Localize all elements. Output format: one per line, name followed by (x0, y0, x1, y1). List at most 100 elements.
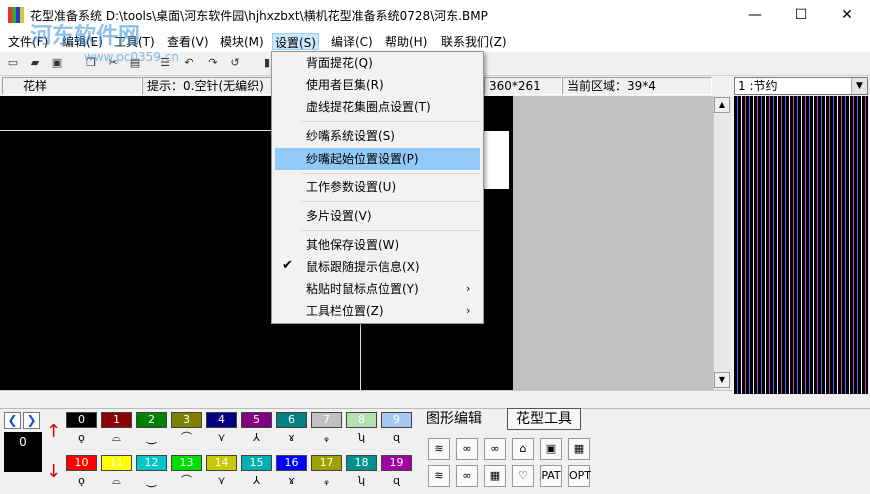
horizontal-scrollbar[interactable] (0, 390, 733, 408)
stitch-symbol-icon: ʮ (357, 474, 366, 487)
stitch-symbol-icon: ʮ (357, 431, 366, 444)
menu-separator (302, 230, 480, 231)
color-swatch-9[interactable]: 9 (381, 412, 412, 428)
pattern-tool-icon[interactable]: ▦ (484, 465, 506, 487)
menu-help[interactable]: 帮助(H) (383, 33, 429, 50)
color-swatch-19[interactable]: 19 (381, 455, 412, 471)
color-swatch-18[interactable]: 18 (346, 455, 377, 471)
prev-icon[interactable]: ❮ (4, 412, 21, 429)
stitch-symbol-icon: ᵩ (324, 431, 329, 444)
current-color-index: 0 (4, 432, 42, 472)
menu-item-user-macro[interactable]: 使用者巨集(R) (272, 74, 483, 96)
color-swatch-10[interactable]: 10 (66, 455, 97, 471)
color-swatch-0[interactable]: 0 (66, 412, 97, 428)
menu-item-yarn-start[interactable]: 纱嘴起始位置设置(P) (275, 148, 480, 170)
open-icon[interactable]: ▰ (26, 54, 44, 72)
new-icon[interactable]: ▭ (4, 54, 22, 72)
color-swatch-11[interactable]: 11 (101, 455, 132, 471)
color-swatch-17[interactable]: 17 (311, 455, 342, 471)
stitch-symbol-icon: ᵩ (324, 474, 329, 487)
watermark: 河东软件网 (30, 24, 141, 49)
undo-icon[interactable]: ↶ (180, 54, 198, 72)
color-swatch-12[interactable]: 12 (136, 455, 167, 471)
color-swatch-13[interactable]: 13 (171, 455, 202, 471)
menu-view[interactable]: 查看(V) (165, 33, 211, 50)
menu-item-back-jacquard[interactable]: 背面提花(Q) (272, 52, 483, 74)
pattern-tool-icon[interactable]: ♡ (512, 465, 534, 487)
stitch-symbol-icon: ⌒ (181, 431, 192, 444)
menu-separator (302, 201, 480, 202)
menu-compile[interactable]: 编译(C) (329, 33, 375, 50)
tab-pattern-tools[interactable]: 花型工具 (507, 408, 581, 430)
color-swatch-5[interactable]: 5 (241, 412, 272, 428)
pattern-tool-icon[interactable]: OPT (568, 465, 591, 487)
color-swatch-15[interactable]: 15 (241, 455, 272, 471)
status-region: 当前区域：39*4 (562, 77, 712, 95)
pattern-tool-icon[interactable]: ∞ (456, 438, 478, 460)
pattern-tool-icon[interactable]: ▦ (568, 438, 590, 460)
menu-separator (302, 121, 480, 122)
color-swatch-14[interactable]: 14 (206, 455, 237, 471)
pattern-tool-icon[interactable]: PAT (540, 465, 562, 487)
scroll-down-icon[interactable]: ▼ (714, 372, 730, 388)
color-swatch-2[interactable]: 2 (136, 412, 167, 428)
watermark-url: www.pc0359.cn (84, 50, 179, 64)
stitch-symbol-icon: ⏝ (146, 431, 157, 444)
stitch-symbol-icon: ǫ (78, 431, 85, 444)
status-label: 花样 (2, 77, 142, 95)
vertical-scrollbar[interactable] (713, 96, 731, 390)
menu-item-toolbar-position[interactable]: 工具栏位置(Z) (272, 300, 483, 322)
tab-graphic-edit[interactable]: 图形编辑 (426, 408, 496, 430)
pattern-block (484, 131, 509, 189)
opt-icon[interactable]: ↺ (226, 54, 244, 72)
menu-item-work-params[interactable]: 工作参数设置(U) (272, 176, 483, 198)
pattern-tool-icon[interactable]: ≋ (428, 438, 450, 460)
pattern-tool-icon[interactable]: ▣ (540, 438, 562, 460)
minimize-button[interactable]: — (732, 0, 778, 30)
menu-module[interactable]: 模块(M) (218, 33, 266, 50)
stitch-symbol-icon: ɤ (288, 431, 295, 444)
stitch-symbol-icon: ⅄ (253, 474, 260, 487)
canvas-background (513, 96, 713, 390)
maximize-button[interactable]: ☐ (778, 0, 824, 30)
yarn-select[interactable]: 1 :节约 (734, 77, 868, 95)
close-button[interactable]: ✕ (824, 0, 870, 30)
arrow-up-icon[interactable]: ↑ (46, 414, 61, 450)
next-icon[interactable]: ❯ (23, 412, 40, 429)
menu-item-paste-position[interactable]: 粘贴时鼠标点位置(Y) (272, 278, 483, 300)
stitch-symbol-icon: ⋎ (217, 431, 226, 444)
color-swatch-4[interactable]: 4 (206, 412, 237, 428)
save-icon[interactable]: ▣ (48, 54, 66, 72)
color-swatch-6[interactable]: 6 (276, 412, 307, 428)
stitch-symbol-icon: ǫ (78, 474, 85, 487)
menu-separator (302, 173, 480, 174)
pattern-tool-icon[interactable]: ∞ (484, 438, 506, 460)
check-icon: ✔ (282, 258, 293, 273)
color-swatch-7[interactable]: 7 (311, 412, 342, 428)
pattern-tool-icon[interactable]: ⌂ (512, 438, 534, 460)
app-icon (8, 7, 24, 23)
menu-settings[interactable]: 设置(S) (272, 33, 319, 50)
color-swatch-16[interactable]: 16 (276, 455, 307, 471)
menu-item-multi-piece[interactable]: 多片设置(V) (272, 205, 483, 227)
stitch-symbol-icon: ɋ (393, 474, 400, 487)
menu-contact[interactable]: 联系我们(Z) (439, 33, 509, 50)
arrow-down-icon[interactable]: ↓ (46, 454, 61, 490)
stitch-symbol-icon: ⅄ (253, 431, 260, 444)
submenu-arrow-icon: › (466, 304, 471, 317)
menu-item-mouse-tip[interactable]: 鼠标跟随提示信息(X) (272, 256, 483, 278)
redo-icon[interactable]: ↷ (204, 54, 222, 72)
color-swatch-3[interactable]: 3 (171, 412, 202, 428)
color-swatch-8[interactable]: 8 (346, 412, 377, 428)
color-swatch-1[interactable]: 1 (101, 412, 132, 428)
status-hint: 提示：0.空针(无编织) (142, 77, 272, 95)
menu-item-other-save[interactable]: 其他保存设置(W) (272, 234, 483, 256)
chevron-down-icon[interactable]: ▼ (851, 78, 867, 94)
pattern-tool-icon[interactable]: ≋ (428, 465, 450, 487)
stitch-symbol-icon: ɋ (393, 431, 400, 444)
pattern-tool-icon[interactable]: ∞ (456, 465, 478, 487)
menu-item-yarn-system[interactable]: 纱嘴系统设置(S) (272, 125, 483, 147)
menu-item-dashed-jacquard[interactable]: 虚线提花集圈点设置(T) (272, 96, 483, 118)
scroll-up-icon[interactable]: ▲ (714, 97, 730, 113)
stitch-symbol-icon: ⋎ (217, 474, 226, 487)
